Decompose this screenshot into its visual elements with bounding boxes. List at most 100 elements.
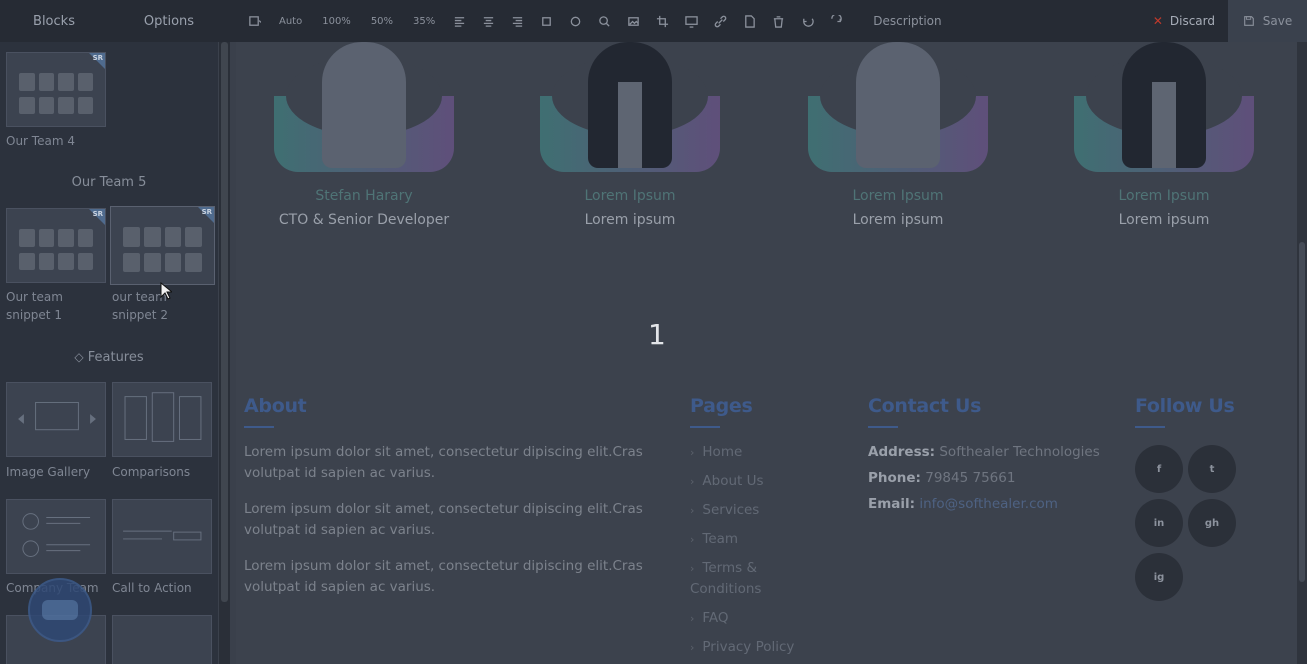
device-select-icon[interactable] [240,0,269,42]
contact-phone: Phone: 79845 75661 [868,470,1016,486]
monitor-icon[interactable] [677,0,706,42]
footer-link-privacy[interactable]: › Privacy Policy [690,637,810,658]
zoom-35-button[interactable]: 35% [403,0,445,42]
footer-link-terms[interactable]: › Terms & Conditions [690,558,810,600]
chevron-right-icon: › [690,533,695,546]
member-role: Lorem ipsum [1118,212,1210,228]
chevron-right-icon: › [690,562,695,575]
canvas-scrollbar[interactable] [1297,42,1307,664]
block-thumbnail[interactable] [6,499,106,574]
instagram-icon[interactable]: ig [1135,553,1183,601]
footer-link-faq[interactable]: › FAQ [690,608,810,629]
comparison-preview [124,392,202,442]
editor-toolbar: Blocks Options Auto 100% 50% 35% Descrip… [0,0,1307,42]
sidebar-scrollbar[interactable] [218,42,230,664]
contact-heading: Contact Us [868,395,982,417]
align-right-icon[interactable] [503,0,532,42]
trash-icon[interactable] [764,0,793,42]
recording-widget-icon[interactable] [28,578,92,642]
tab-options[interactable]: Options [108,14,230,29]
footer-link-home[interactable]: › Home [690,442,810,463]
block-thumbnail[interactable]: SR [6,52,106,127]
block-thumbnail[interactable] [112,382,212,457]
footer-link-about-us[interactable]: › About Us [690,471,810,492]
chevron-right-icon: › [690,641,695,654]
tab-blocks[interactable]: Blocks [0,14,108,29]
linkedin-icon[interactable]: in [1135,499,1183,547]
zoom-50-button[interactable]: 50% [361,0,403,42]
block-label[interactable]: Comparisons [112,463,190,481]
member-name: Lorem Ipsum [584,188,676,204]
undo-icon[interactable] [793,0,822,42]
footer-link-services[interactable]: › Services [690,500,810,521]
block-label[interactable]: Our team snippet 1 [6,288,86,324]
github-icon[interactable]: gh [1188,499,1236,547]
save-button[interactable]: Save [1228,0,1307,42]
circle-icon[interactable] [561,0,590,42]
floppy-disk-icon [1243,16,1254,26]
about-heading: About [244,395,307,417]
align-left-icon[interactable] [445,0,474,42]
member-photo [540,42,720,172]
sr-badge: SR [201,208,212,216]
cursor-icon [160,282,172,300]
close-icon: ✕ [1152,14,1163,28]
section-title: ◇ Features [74,350,144,365]
chevron-right-icon: › [690,612,695,625]
page-canvas: Stefan Harary CTO & Senior Developer Lor… [230,42,1297,664]
block-label[interactable]: Call to Action [112,579,192,597]
team-member-card: Lorem Ipsum Lorem ipsum [808,42,988,228]
image-icon[interactable] [619,0,648,42]
member-photo [808,42,988,172]
about-paragraph: Lorem ipsum dolor sit amet, consectetur … [244,444,643,481]
discard-button[interactable]: ✕ Discard [1153,0,1215,42]
footer-follow: Follow Us f t in gh ig [1135,395,1236,601]
chevron-right-icon: › [690,475,695,488]
diamond-icon: ◇ [74,350,84,364]
heading-underline [868,426,898,428]
footer-about: About Lorem ipsum dolor sit amet, consec… [244,395,664,598]
link-icon[interactable] [706,0,735,42]
file-icon[interactable] [735,0,764,42]
section-title: Our Team 5 [71,175,147,190]
contact-email: Email: info@softhealer.com [868,496,1058,512]
block-thumbnail[interactable]: SR [6,208,106,283]
discard-label: Discard [1169,14,1215,28]
block-thumbnail[interactable]: SR [110,206,215,285]
facebook-icon[interactable]: f [1135,445,1183,493]
footer-contact: Contact Us Address: Softhealer Technolog… [868,395,1128,520]
heading-underline [1135,426,1165,428]
sr-badge: SR [92,210,103,218]
drop-indicator-number: 1 [648,318,666,351]
redo-icon[interactable] [822,0,851,42]
footer-link-team[interactable]: › Team [690,529,810,550]
team-member-card: Lorem Ipsum Lorem ipsum [1074,42,1254,228]
email-link[interactable]: info@softhealer.com [919,496,1058,512]
square-icon[interactable] [532,0,561,42]
contact-address: Address: Softhealer Technologies [868,444,1100,460]
cta-preview [123,530,202,541]
member-name: Stefan Harary [315,188,413,204]
heading-underline [244,426,274,428]
toolbar-tools: Auto 100% 50% 35% Description [240,0,950,42]
search-icon[interactable] [590,0,619,42]
block-label[interactable]: our team snippet 2 [112,288,202,324]
about-paragraph: Lorem ipsum dolor sit amet, consectetur … [244,501,643,538]
zoom-auto-button[interactable]: Auto [269,0,312,42]
save-label: Save [1262,14,1293,28]
block-label[interactable]: Our Team 4 [6,132,75,150]
block-thumbnail[interactable] [112,615,212,664]
zoom-100-button[interactable]: 100% [312,0,361,42]
crop-icon[interactable] [648,0,677,42]
member-role: CTO & Senior Developer [278,212,450,228]
block-thumbnail[interactable] [112,499,212,574]
twitter-icon[interactable]: t [1188,445,1236,493]
member-photo [1074,42,1254,172]
team-member-card: Lorem Ipsum Lorem ipsum [540,42,720,228]
team-preview [22,513,91,557]
block-label[interactable]: Image Gallery [6,463,90,481]
align-center-icon[interactable] [474,0,503,42]
sr-badge: SR [92,54,103,62]
description-button[interactable]: Description [865,0,949,42]
block-thumbnail[interactable] [6,382,106,457]
